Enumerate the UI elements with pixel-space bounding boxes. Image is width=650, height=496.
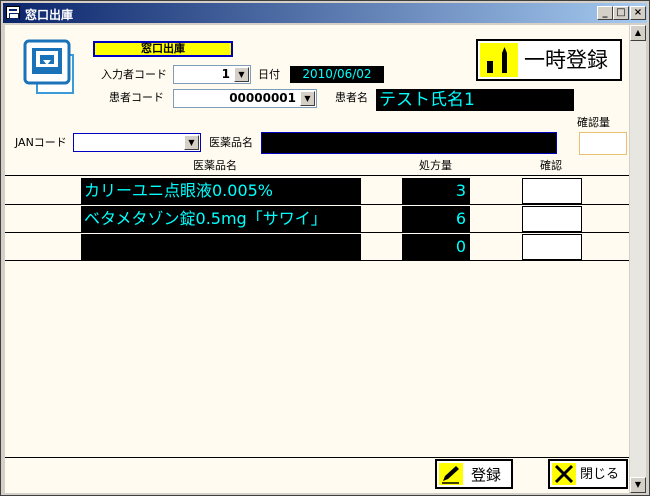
drug-name-label: 医薬品名 [209,136,253,149]
vertical-scrollbar[interactable]: ▲ ▼ [630,25,646,493]
form-area: 窓口出庫 入力者コード 1 ▼ 日付 2010/06/02 患者コード 0000… [5,25,629,493]
confirm-qty-label: 確認量 [577,116,610,129]
maximize-button[interactable]: □ [613,6,629,20]
table-row[interactable]: 0 [5,233,629,261]
close-window-button[interactable]: × [630,6,646,20]
register-button[interactable]: 登録 [435,459,513,489]
temp-save-button[interactable]: 一時登録 [476,39,622,81]
minimize-button[interactable]: _ [597,6,613,20]
patient-code-combo[interactable]: 00000001 ▼ [173,89,317,108]
row-drug-name: カリーユニ点眼液0.005% [81,178,361,204]
input-user-value: 1 [221,67,230,81]
form-heading: 窓口出庫 [93,41,233,57]
row-drug-name: ベタメタゾン錠0.5mg「サワイ」 [81,206,361,232]
pencil-icon [439,463,463,485]
chevron-down-icon[interactable]: ▼ [184,135,199,150]
input-user-combo[interactable]: 1 ▼ [173,65,251,84]
window-title: 窓口出庫 [25,8,74,22]
chevron-down-icon[interactable]: ▼ [234,67,249,82]
scroll-up-icon[interactable]: ▲ [630,25,646,41]
header-confirm: 確認 [540,159,562,172]
row-confirm-field[interactable] [522,178,582,204]
patient-name-label: 患者名 [335,91,368,104]
table-row[interactable]: カリーユニ点眼液0.005% 3 [5,177,629,205]
form-logo-icon [23,39,74,94]
jan-combo[interactable]: ▼ [73,133,201,152]
jan-label: JANコード [15,136,67,149]
row-confirm-field[interactable] [522,234,582,260]
table-top-line [5,175,629,176]
table-row[interactable]: ベタメタゾン錠0.5mg「サワイ」 6 [5,205,629,233]
row-confirm-field[interactable] [522,206,582,232]
close-label: 閉じる [580,467,620,482]
patient-code-label: 患者コード [109,91,164,104]
close-icon [552,463,576,485]
patient-code-value: 00000001 [229,91,296,105]
app-icon [6,6,20,19]
drug-name-field[interactable] [261,132,557,154]
chevron-down-icon[interactable]: ▼ [300,91,315,106]
footer-divider [5,457,629,458]
row-qty: 0 [402,234,470,260]
row-qty: 6 [402,206,470,232]
row-qty: 3 [402,178,470,204]
temp-save-label: 一時登録 [524,48,608,72]
scroll-down-icon[interactable]: ▼ [630,477,646,493]
date-field: 2010/06/02 [290,66,384,83]
register-label: 登録 [471,466,502,484]
row-drug-name [81,234,361,260]
close-button[interactable]: 閉じる [548,459,628,489]
date-label: 日付 [258,68,280,81]
header-qty: 処方量 [419,159,452,172]
confirm-qty-field[interactable] [579,132,627,155]
title-bar[interactable]: 窓口出庫 _ □ × [3,3,647,23]
header-drug-name: 医薬品名 [193,159,237,172]
chart-bar-icon [480,43,518,77]
patient-name-field: テスト氏名1 [376,89,574,111]
main-window: 窓口出庫 _ □ × 窓口出庫 入力者コード 1 ▼ 日付 2010/06/02 [0,0,650,496]
input-user-label: 入力者コード [101,68,167,81]
